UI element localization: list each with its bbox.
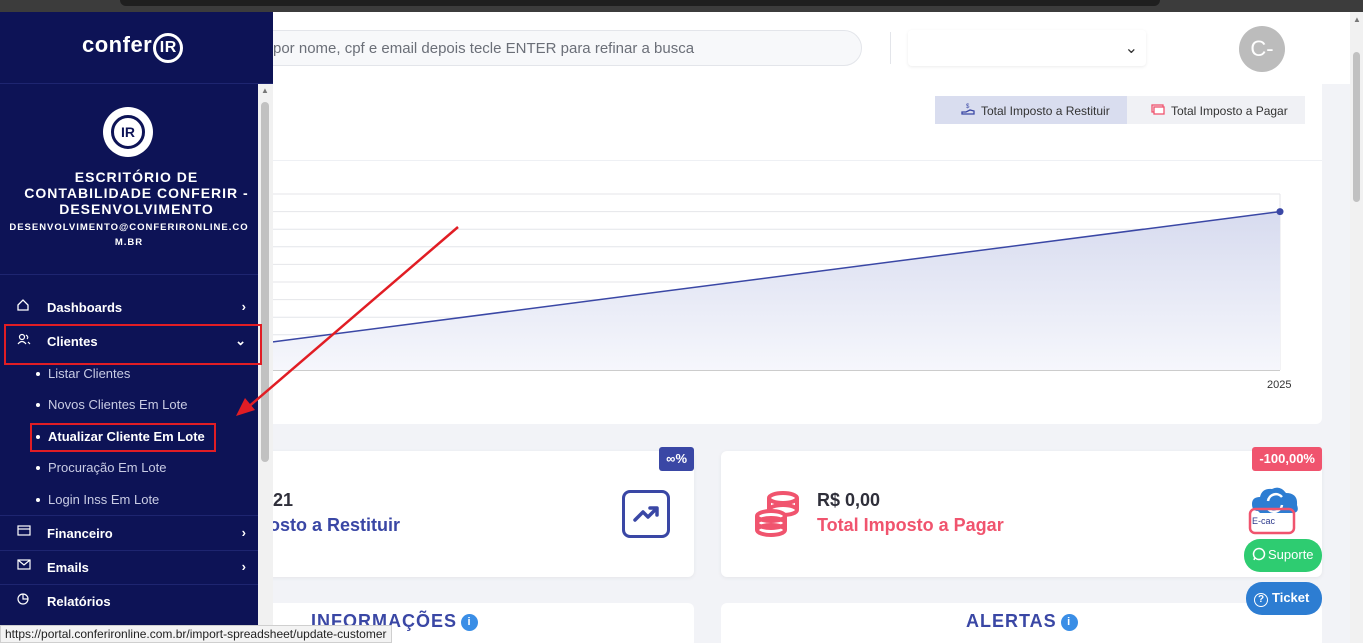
submenu-label: Listar Clientes: [48, 366, 131, 381]
sidebar-item-relatorios[interactable]: Relatórios: [0, 584, 258, 618]
credit-card-icon: [17, 525, 31, 539]
chevron-right-icon: ›: [241, 525, 246, 540]
logo: confer IR: [82, 32, 184, 63]
bullet: [36, 466, 40, 470]
chart-tabbar: $ Total Imposto a Restituir Total Impost…: [935, 96, 1305, 124]
tab-total-pagar[interactable]: Total Imposto a Pagar: [1127, 96, 1305, 124]
change-badge: -100,00%: [1252, 447, 1322, 471]
brand-logo[interactable]: confer IR: [0, 12, 273, 84]
submenu-label: Procuração Em Lote: [48, 460, 167, 475]
section-title: ALERTAS i: [966, 611, 1078, 632]
company-email: DESENVOLVIMENTO@CONFERIRONLINE.COM.BR: [9, 222, 249, 248]
series-area: [273, 211, 1280, 370]
info-icon[interactable]: i: [461, 614, 478, 631]
whatsapp-icon: [1252, 547, 1266, 561]
tab-total-restituir[interactable]: $ Total Imposto a Restituir: [935, 96, 1127, 124]
suporte-label: Suporte: [1268, 547, 1314, 562]
company-logo: IR: [103, 107, 153, 157]
alertas-card: ALERTAS i: [721, 603, 1322, 643]
coins-icon: [753, 490, 805, 543]
ecac-label: E-cac: [1252, 516, 1276, 526]
info-icon[interactable]: i: [1060, 614, 1078, 631]
hand-money-icon: $: [961, 103, 975, 118]
company-name: ESCRITÓRIO DE CONTABILIDADE CONFERIR - D…: [24, 169, 249, 217]
chevron-right-icon: ›: [241, 299, 246, 314]
tab-label: Total Imposto a Restituir: [981, 104, 1110, 118]
sidebar-item-label: Relatórios: [47, 594, 111, 609]
ticket-label: Ticket: [1272, 590, 1310, 605]
sidebar-item-dashboards[interactable]: Dashboards ›: [0, 290, 258, 324]
status-bar-url: https://portal.conferironline.com.br/imp…: [0, 625, 392, 643]
logo-mark: IR: [153, 33, 184, 63]
chevron-down-icon: ⌄: [1124, 40, 1138, 57]
sidebar-item-emails[interactable]: Emails ›: [0, 550, 258, 584]
bullet: [36, 372, 40, 376]
bullet: [36, 403, 40, 407]
sidebar-item-financeiro[interactable]: Financeiro ›: [0, 516, 258, 550]
header-select[interactable]: ⌄: [908, 30, 1146, 66]
trending-up-icon: [622, 490, 670, 538]
tab-label: Total Imposto a Pagar: [1171, 104, 1288, 118]
svg-text:$: $: [966, 104, 970, 110]
change-badge: ∞%: [659, 447, 694, 471]
annotation-highlight-clientes: [4, 324, 262, 365]
sidebar-item-label: Dashboards: [47, 300, 123, 315]
logo-text: confer: [82, 32, 153, 57]
sidebar-item-label: Emails: [47, 560, 89, 575]
stat-label: Total Imposto a Pagar: [817, 515, 1004, 535]
scroll-up-icon[interactable]: ▲: [261, 86, 269, 95]
chart-card: $ Total Imposto a Restituir Total Impost…: [250, 84, 1322, 424]
stat-label: posto a Restituir: [258, 515, 401, 535]
stat-amount: R$ 0,00: [817, 490, 881, 510]
area-chart: 2025: [250, 193, 1291, 391]
submenu-label: Novos Clientes Em Lote: [48, 397, 188, 412]
data-point[interactable]: [1276, 208, 1284, 216]
chart-divider: [250, 160, 1322, 161]
search-input[interactable]: por nome, cpf e email depois tecle ENTER…: [250, 30, 862, 66]
pie-chart-icon: [17, 593, 29, 608]
ticket-button[interactable]: ? Ticket: [1246, 582, 1322, 615]
page-scroll-thumb[interactable]: [1353, 52, 1360, 202]
annotation-highlight-atualizar: [30, 423, 216, 452]
user-avatar[interactable]: C-: [1239, 26, 1285, 72]
ecac-cloud-icon: [1248, 487, 1298, 535]
sidebar-divider: [0, 274, 258, 275]
browser-tab-strip: [120, 0, 1160, 6]
money-stack-icon: [1151, 103, 1165, 118]
scroll-up-icon[interactable]: ▲: [1353, 15, 1361, 24]
page-scrollbar[interactable]: ▲: [1350, 12, 1363, 643]
submenu-label: Login Inss Em Lote: [48, 492, 160, 507]
chevron-right-icon: ›: [241, 559, 246, 574]
card-total-restituir: ∞% 3,21 posto a Restituir: [250, 447, 694, 577]
suporte-button[interactable]: Suporte: [1244, 539, 1322, 572]
sidebar-item-label: Financeiro: [47, 526, 113, 541]
card-total-pagar: -100,00% R$ 0,00 Total Imposto a Pagar: [721, 447, 1322, 577]
alertas-title: ALERTAS: [966, 611, 1057, 631]
submenu-login-inss-em-lote[interactable]: Login Inss Em Lote: [0, 485, 258, 513]
ecac-button[interactable]: E-cac: [1248, 483, 1310, 535]
submenu-procuracao-em-lote[interactable]: Procuração Em Lote: [0, 453, 258, 481]
home-icon: [17, 299, 29, 314]
submenu-novos-clientes-em-lote[interactable]: Novos Clientes Em Lote: [0, 390, 258, 418]
bullet: [36, 498, 40, 502]
browser-top-strip: [0, 0, 1363, 12]
company-logo-mark: IR: [111, 115, 145, 149]
sidebar-scroll-thumb[interactable]: [261, 102, 269, 462]
x-tick-label: 2025: [1267, 379, 1291, 391]
mail-icon: [17, 559, 31, 573]
header-divider: [890, 32, 891, 64]
question-icon: ?: [1254, 593, 1268, 607]
